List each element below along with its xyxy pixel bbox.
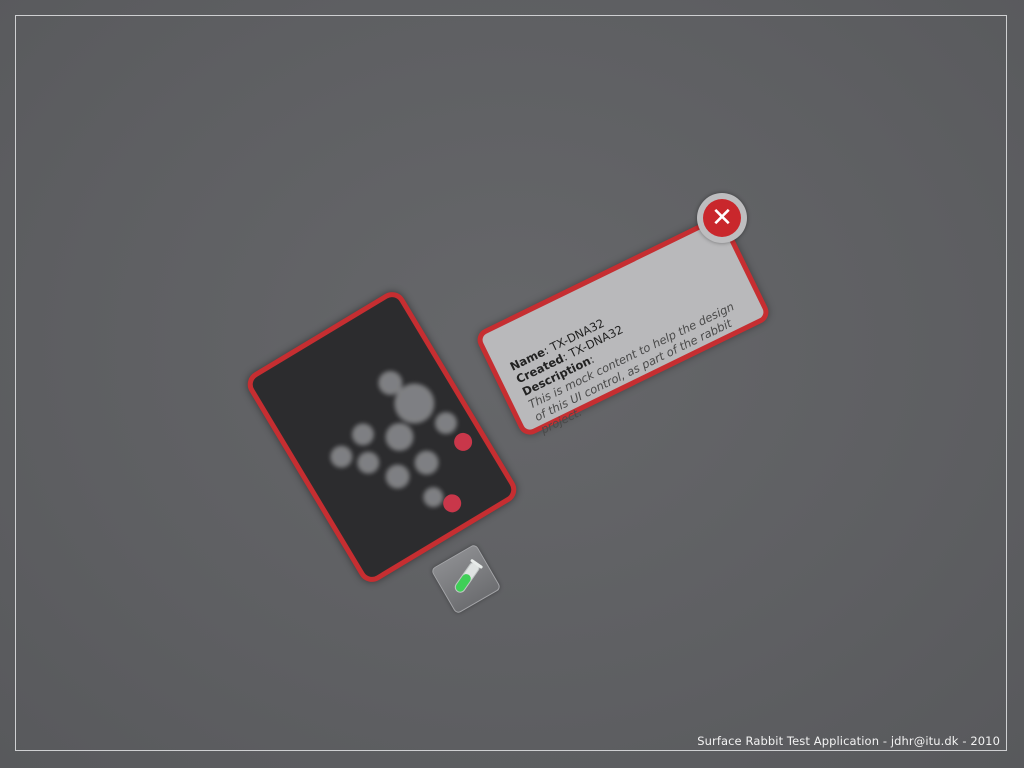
footer-credit: Surface Rabbit Test Application - jdhr@i… [697,734,1000,748]
close-icon: ✕ [703,199,741,237]
molecule-red-atom [443,494,462,513]
test-tube-icon [454,559,483,593]
close-button[interactable]: ✕ [697,193,747,243]
molecule-red-atom [454,432,473,451]
test-tube-button[interactable] [430,543,502,615]
